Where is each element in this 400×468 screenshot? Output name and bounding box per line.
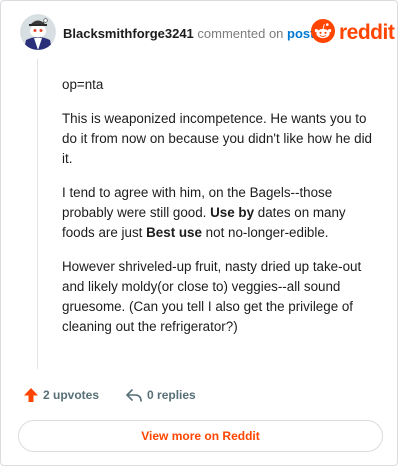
comment-paragraph: However shriveled-up fruit, nasty dried … <box>62 259 362 334</box>
view-more-button[interactable]: View more on Reddit <box>18 420 383 452</box>
paragraph-text: not no-longer-edible. <box>201 225 329 240</box>
commented-on-text: commented on <box>197 26 284 41</box>
bold-text: Best use <box>146 225 202 240</box>
comment-header: Blacksmithforge3241 commented on post <box>63 27 314 41</box>
reddit-logo[interactable]: reddit <box>311 18 395 48</box>
reddit-alien-icon <box>311 18 335 48</box>
upvote-button[interactable]: 2 upvotes <box>19 387 99 403</box>
comment-embed-card: Blacksmithforge3241 commented on post re… <box>0 0 398 466</box>
comment-actions: 2 upvotes 0 replies <box>19 387 196 403</box>
thread-line <box>37 59 38 369</box>
comment-paragraph: This is weaponized incompetence. He want… <box>62 111 372 166</box>
comment-paragraph: op=nta <box>62 77 104 92</box>
reddit-wordmark: reddit <box>339 21 395 44</box>
comment-body: op=nta This is weaponized incompetence. … <box>62 75 380 351</box>
upvote-count: 2 upvotes <box>43 388 100 402</box>
upvote-arrow-icon <box>23 387 39 403</box>
reply-arrow-icon <box>125 387 143 403</box>
replies-button[interactable]: 0 replies <box>121 387 196 403</box>
reply-count: 0 replies <box>147 388 196 402</box>
bold-text: Use by <box>210 205 255 220</box>
snoo-avatar-icon[interactable] <box>20 14 56 50</box>
comment-paragraph: I tend to agree with him, on the Bagels-… <box>62 183 380 243</box>
username-link[interactable]: Blacksmithforge3241 <box>63 26 194 41</box>
